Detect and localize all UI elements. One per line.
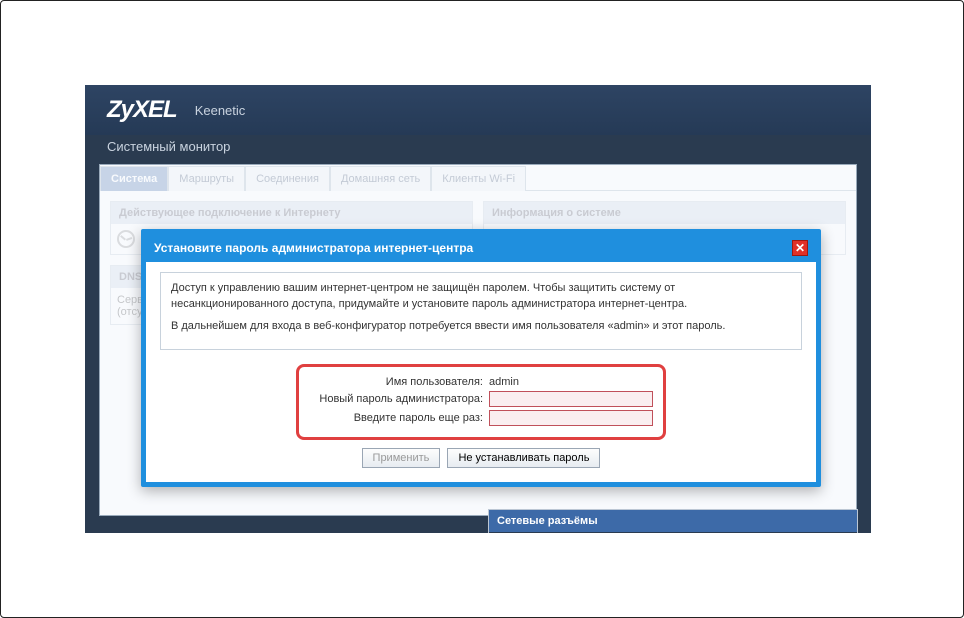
panel-ports-title: Сетевые разъёмы xyxy=(489,510,857,532)
password-input[interactable] xyxy=(489,391,653,407)
panel-ports: Сетевые разъёмы 4 3 2 1 0 xyxy=(488,509,858,533)
brand-logo: ZyXEL xyxy=(107,96,177,124)
modal-title: Установите пароль администратора интерне… xyxy=(154,241,473,255)
page-title: Системный монитор xyxy=(85,135,871,164)
password-label: Новый пароль администратора: xyxy=(309,393,489,405)
apply-button[interactable]: Применить xyxy=(362,448,441,468)
brand-model: Keenetic xyxy=(195,103,246,118)
username-label: Имя пользователя: xyxy=(309,376,489,388)
modal-body: Доступ к управлению вашим интернет-центр… xyxy=(146,262,816,482)
brand-bar: ZyXEL Keenetic xyxy=(85,85,871,135)
admin-password-modal: Установите пароль администратора интерне… xyxy=(141,229,821,487)
modal-msg-2: В дальнейшем для входа в веб-конфигурато… xyxy=(171,319,791,335)
row-password: Новый пароль администратора: xyxy=(309,391,653,407)
modal-message: Доступ к управлению вашим интернет-центр… xyxy=(160,272,802,350)
modal-header: Установите пароль администратора интерне… xyxy=(146,234,816,262)
password-confirm-input[interactable] xyxy=(489,410,653,426)
username-value: admin xyxy=(489,376,519,388)
skip-password-button[interactable]: Не устанавливать пароль xyxy=(447,448,600,468)
password-form: Имя пользователя: admin Новый пароль адм… xyxy=(296,364,666,440)
outer-frame: ZyXEL Keenetic Системный монитор Система… xyxy=(0,0,964,618)
app-window: ZyXEL Keenetic Системный монитор Система… xyxy=(85,85,871,533)
row-password-confirm: Введите пароль еще раз: xyxy=(309,410,653,426)
modal-buttons: Применить Не устанавливать пароль xyxy=(160,448,802,468)
modal-msg-1: Доступ к управлению вашим интернет-центр… xyxy=(171,281,791,313)
row-username: Имя пользователя: admin xyxy=(309,376,653,388)
lower-area: Сетевые разъёмы 4 3 2 1 0 xyxy=(488,509,858,533)
ports-row: 4 3 2 1 0 xyxy=(489,532,857,533)
close-icon[interactable]: ✕ xyxy=(792,240,808,256)
password-confirm-label: Введите пароль еще раз: xyxy=(309,412,489,424)
